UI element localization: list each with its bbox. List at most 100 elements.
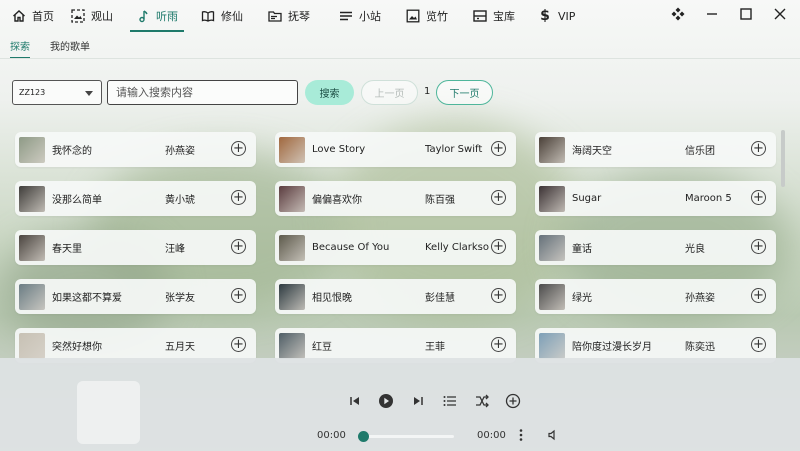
progress-knob[interactable] xyxy=(358,431,369,442)
nav-item-home[interactable]: 首页 xyxy=(6,0,60,32)
volume-icon[interactable] xyxy=(545,427,561,443)
song-card[interactable]: 偏偏喜欢你 陈百强 + xyxy=(275,181,516,216)
nav-item-bamboo[interactable]: 览竹 xyxy=(400,0,454,32)
song-card[interactable]: 春天里 汪峰 + xyxy=(15,230,256,265)
source-select[interactable]: ZZ123 xyxy=(12,80,102,105)
maximize-button[interactable] xyxy=(736,4,756,24)
add-to-playlist-icon[interactable]: + xyxy=(491,288,506,303)
add-to-playlist-icon[interactable]: + xyxy=(231,288,246,303)
shuffle-icon[interactable] xyxy=(474,393,490,409)
song-card[interactable]: 没那么简单 黄小琥 + xyxy=(15,181,256,216)
current-time: 00:00 xyxy=(317,430,346,441)
add-to-playlist-icon[interactable]: + xyxy=(231,337,246,352)
song-title: 红豆 xyxy=(312,342,332,353)
song-artist: 黄小琥 xyxy=(165,195,195,206)
nav-item-qin[interactable]: 抚琴 xyxy=(262,0,316,32)
song-title: Love Story xyxy=(312,144,366,155)
album-cover xyxy=(539,234,565,261)
page-number: 1 xyxy=(424,86,431,97)
chevron-down-icon xyxy=(85,91,93,96)
album-cover xyxy=(279,185,305,212)
add-to-playlist-icon[interactable]: + xyxy=(231,141,246,156)
window-controls xyxy=(668,4,790,24)
add-to-playlist-icon[interactable]: + xyxy=(751,288,766,303)
search-input[interactable] xyxy=(107,80,298,105)
source-select-value: ZZ123 xyxy=(19,88,46,97)
add-to-playlist-icon[interactable]: + xyxy=(231,190,246,205)
album-cover xyxy=(19,283,45,310)
add-to-playlist-icon[interactable]: + xyxy=(231,239,246,254)
nav-label: 听雨 xyxy=(156,10,178,23)
song-card[interactable]: 我怀念的 孙燕姿 + xyxy=(15,132,256,167)
nav-label: 小站 xyxy=(359,10,381,23)
song-artist: 陈百强 xyxy=(425,195,455,206)
add-to-playlist-icon[interactable]: + xyxy=(491,141,506,156)
add-to-playlist-icon[interactable]: + xyxy=(751,239,766,254)
song-title: 突然好想你 xyxy=(52,342,102,353)
song-title: Sugar xyxy=(572,193,602,204)
song-card[interactable]: 童话 光良 + xyxy=(535,230,776,265)
nav-item-vip[interactable]: $ VIP xyxy=(532,0,581,32)
more-options-icon[interactable] xyxy=(513,427,529,443)
next-page-button[interactable]: 下一页 xyxy=(436,80,493,105)
song-title: Because Of You xyxy=(312,242,390,253)
progress-bar[interactable] xyxy=(358,431,454,442)
search-button[interactable]: 搜索 xyxy=(305,80,354,105)
add-to-playlist-icon[interactable]: + xyxy=(751,337,766,352)
album-cover xyxy=(279,234,305,261)
song-card[interactable]: Because Of You Kelly Clarkson + xyxy=(275,230,516,265)
add-to-playlist-icon[interactable]: + xyxy=(751,141,766,156)
add-to-playlist-icon[interactable]: + xyxy=(751,190,766,205)
nav-item-station[interactable]: 小站 xyxy=(333,0,387,32)
book-icon xyxy=(201,9,215,23)
mountain-icon xyxy=(71,9,85,23)
song-card[interactable]: 如果这都不算爱 张学友 + xyxy=(15,279,256,314)
album-cover xyxy=(19,332,45,359)
nav-item-treasury[interactable]: 宝库 xyxy=(467,0,521,32)
nav-item-mountain[interactable]: 观山 xyxy=(65,0,119,32)
nav-item-rain[interactable]: 听雨 xyxy=(130,0,184,32)
song-title: 童话 xyxy=(572,244,592,255)
pin-icon[interactable] xyxy=(668,4,688,24)
folder-icon xyxy=(268,9,282,23)
tab-explore[interactable]: 探索 xyxy=(10,38,30,59)
song-card[interactable]: Love Story Taylor Swift + xyxy=(275,132,516,167)
album-cover xyxy=(539,136,565,163)
close-button[interactable] xyxy=(770,4,790,24)
menu-icon xyxy=(339,9,353,23)
play-icon[interactable] xyxy=(378,393,394,409)
song-title: 相见恨晚 xyxy=(312,293,352,304)
song-card[interactable]: 绿光 孙燕姿 + xyxy=(535,279,776,314)
album-cover xyxy=(279,283,305,310)
nav-item-cultivate[interactable]: 修仙 xyxy=(195,0,249,32)
prev-page-button[interactable]: 上一页 xyxy=(361,80,418,105)
playlist-icon[interactable] xyxy=(442,393,458,409)
add-to-playlist-icon[interactable]: + xyxy=(491,239,506,254)
next-track-icon[interactable] xyxy=(410,393,426,409)
song-artist: Taylor Swift xyxy=(425,144,483,155)
album-cover xyxy=(19,136,45,163)
player-bar: 00:00 00:00 xyxy=(0,358,800,451)
song-card[interactable]: Sugar Maroon 5 + xyxy=(535,181,776,216)
add-circle-icon[interactable] xyxy=(505,393,521,409)
minimize-button[interactable] xyxy=(702,4,722,24)
tab-my-playlist[interactable]: 我的歌单 xyxy=(50,38,90,59)
add-to-playlist-icon[interactable]: + xyxy=(491,337,506,352)
album-cover xyxy=(539,185,565,212)
add-to-playlist-icon[interactable]: + xyxy=(491,190,506,205)
song-artist: 王菲 xyxy=(425,342,445,353)
nav-label: 首页 xyxy=(32,10,54,23)
song-title: 陪你度过漫长岁月 xyxy=(572,342,652,353)
nav-label: 修仙 xyxy=(221,10,243,23)
previous-track-icon[interactable] xyxy=(347,393,363,409)
total-time: 00:00 xyxy=(477,430,506,441)
scrollbar[interactable] xyxy=(781,130,785,187)
song-artist: 信乐团 xyxy=(685,146,715,157)
nav-label: 览竹 xyxy=(426,10,448,23)
song-artist: 陈奕迅 xyxy=(685,342,715,353)
song-card[interactable]: 海阔天空 信乐团 + xyxy=(535,132,776,167)
song-title: 如果这都不算爱 xyxy=(52,293,122,304)
song-artist: 光良 xyxy=(685,244,705,255)
song-artist: 彭佳慧 xyxy=(425,293,455,304)
song-card[interactable]: 相见恨晚 彭佳慧 + xyxy=(275,279,516,314)
